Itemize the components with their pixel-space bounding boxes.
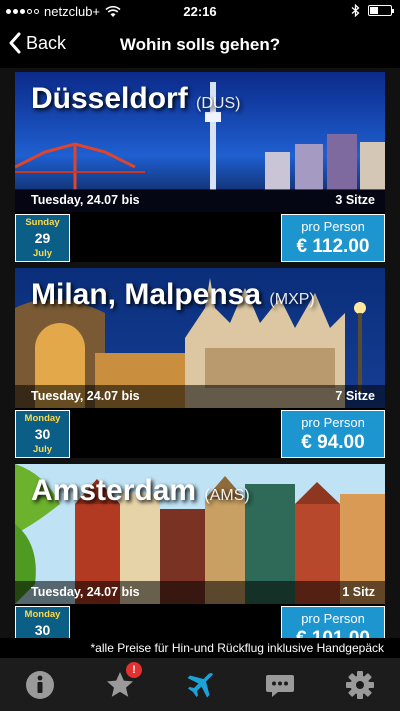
- per-person-label: pro Person: [301, 611, 365, 626]
- return-date-box: Sunday 29 July: [15, 214, 70, 262]
- navigation-bar: Back Wohin solls gehen?: [0, 24, 400, 68]
- airport-code: (AMS): [204, 487, 250, 504]
- return-month: July: [32, 248, 52, 259]
- chat-icon: [266, 674, 294, 697]
- clock: 22:16: [183, 4, 217, 19]
- return-day: 29: [34, 230, 51, 246]
- return-weekday: Sunday: [25, 217, 60, 228]
- tab-flights[interactable]: [160, 658, 240, 711]
- battery-icon: [368, 5, 394, 16]
- seats-available: 1 Sitz: [342, 585, 375, 599]
- return-weekday: Monday: [24, 413, 61, 424]
- destination-card[interactable]: Milan, Malpensa (MXP) Tuesday, 24.07 bis…: [15, 268, 385, 458]
- status-bar: netzclub+ 22:16: [0, 0, 400, 24]
- city-label: Milan, Malpensa: [31, 278, 262, 311]
- gear-icon: [346, 670, 374, 699]
- tab-bar: !: [0, 658, 400, 711]
- departure-date: Tuesday, 24.07 bis: [31, 585, 140, 599]
- destination-card[interactable]: Düsseldorf (DUS) Tuesday, 24.07 bis 3 Si…: [15, 72, 385, 262]
- airport-code: (MXP): [269, 291, 315, 308]
- return-weekday: Monday: [24, 609, 61, 620]
- price-button[interactable]: pro Person € 94.00: [281, 410, 385, 458]
- departure-date: Tuesday, 24.07 bis: [31, 193, 140, 207]
- status-right: [351, 4, 394, 17]
- tab-favorites[interactable]: !: [80, 658, 160, 711]
- tab-settings[interactable]: [320, 658, 400, 711]
- return-day: 30: [34, 426, 51, 442]
- per-person-label: pro Person: [301, 219, 365, 234]
- return-day: 30: [34, 622, 51, 638]
- page-title: Wohin solls gehen?: [119, 35, 281, 54]
- destination-photo: Düsseldorf (DUS) Tuesday, 24.07 bis 3 Si…: [15, 72, 385, 212]
- city-label: Düsseldorf: [31, 82, 188, 115]
- flight-info-bar: Tuesday, 24.07 bis 7 Sitze: [15, 385, 385, 408]
- return-date-box: Monday 30: [15, 606, 70, 638]
- destination-photo: Amsterdam (AMS) Tuesday, 24.07 bis 1 Sit…: [15, 464, 385, 604]
- return-date-box: Monday 30 July: [15, 410, 70, 458]
- price-value: € 94.00: [301, 432, 365, 453]
- flight-info-bar: Tuesday, 24.07 bis 1 Sitz: [15, 581, 385, 604]
- tab-info[interactable]: [0, 658, 80, 711]
- info-icon: [26, 670, 54, 699]
- flight-info-bar: Tuesday, 24.07 bis 3 Sitze: [15, 189, 385, 212]
- bluetooth-icon: [351, 4, 360, 17]
- departure-date: Tuesday, 24.07 bis: [31, 389, 140, 403]
- price-value: € 112.00: [296, 236, 370, 257]
- city-name: Amsterdam (AMS): [31, 474, 250, 508]
- per-person-label: pro Person: [301, 415, 365, 430]
- seats-available: 3 Sitze: [335, 193, 375, 207]
- destination-photo: Milan, Malpensa (MXP) Tuesday, 24.07 bis…: [15, 268, 385, 408]
- destination-list[interactable]: Düsseldorf (DUS) Tuesday, 24.07 bis 3 Si…: [0, 68, 400, 638]
- tab-messages[interactable]: [240, 658, 320, 711]
- price-button[interactable]: pro Person € 112.00: [281, 214, 385, 262]
- return-month: July: [32, 444, 52, 455]
- destination-card[interactable]: Amsterdam (AMS) Tuesday, 24.07 bis 1 Sit…: [15, 464, 385, 638]
- airplane-icon: [187, 672, 213, 697]
- price-button[interactable]: pro Person € 101.00: [281, 606, 385, 638]
- city-label: Amsterdam: [31, 474, 197, 507]
- notification-badge: !: [126, 662, 142, 678]
- city-name: Milan, Malpensa (MXP): [31, 278, 315, 312]
- city-name: Düsseldorf (DUS): [31, 82, 240, 116]
- price-value: € 101.00: [282, 628, 384, 638]
- airport-code: (DUS): [196, 95, 241, 112]
- seats-available: 7 Sitze: [335, 389, 375, 403]
- price-footnote: *alle Preise für Hin-und Rückflug inklus…: [0, 638, 400, 658]
